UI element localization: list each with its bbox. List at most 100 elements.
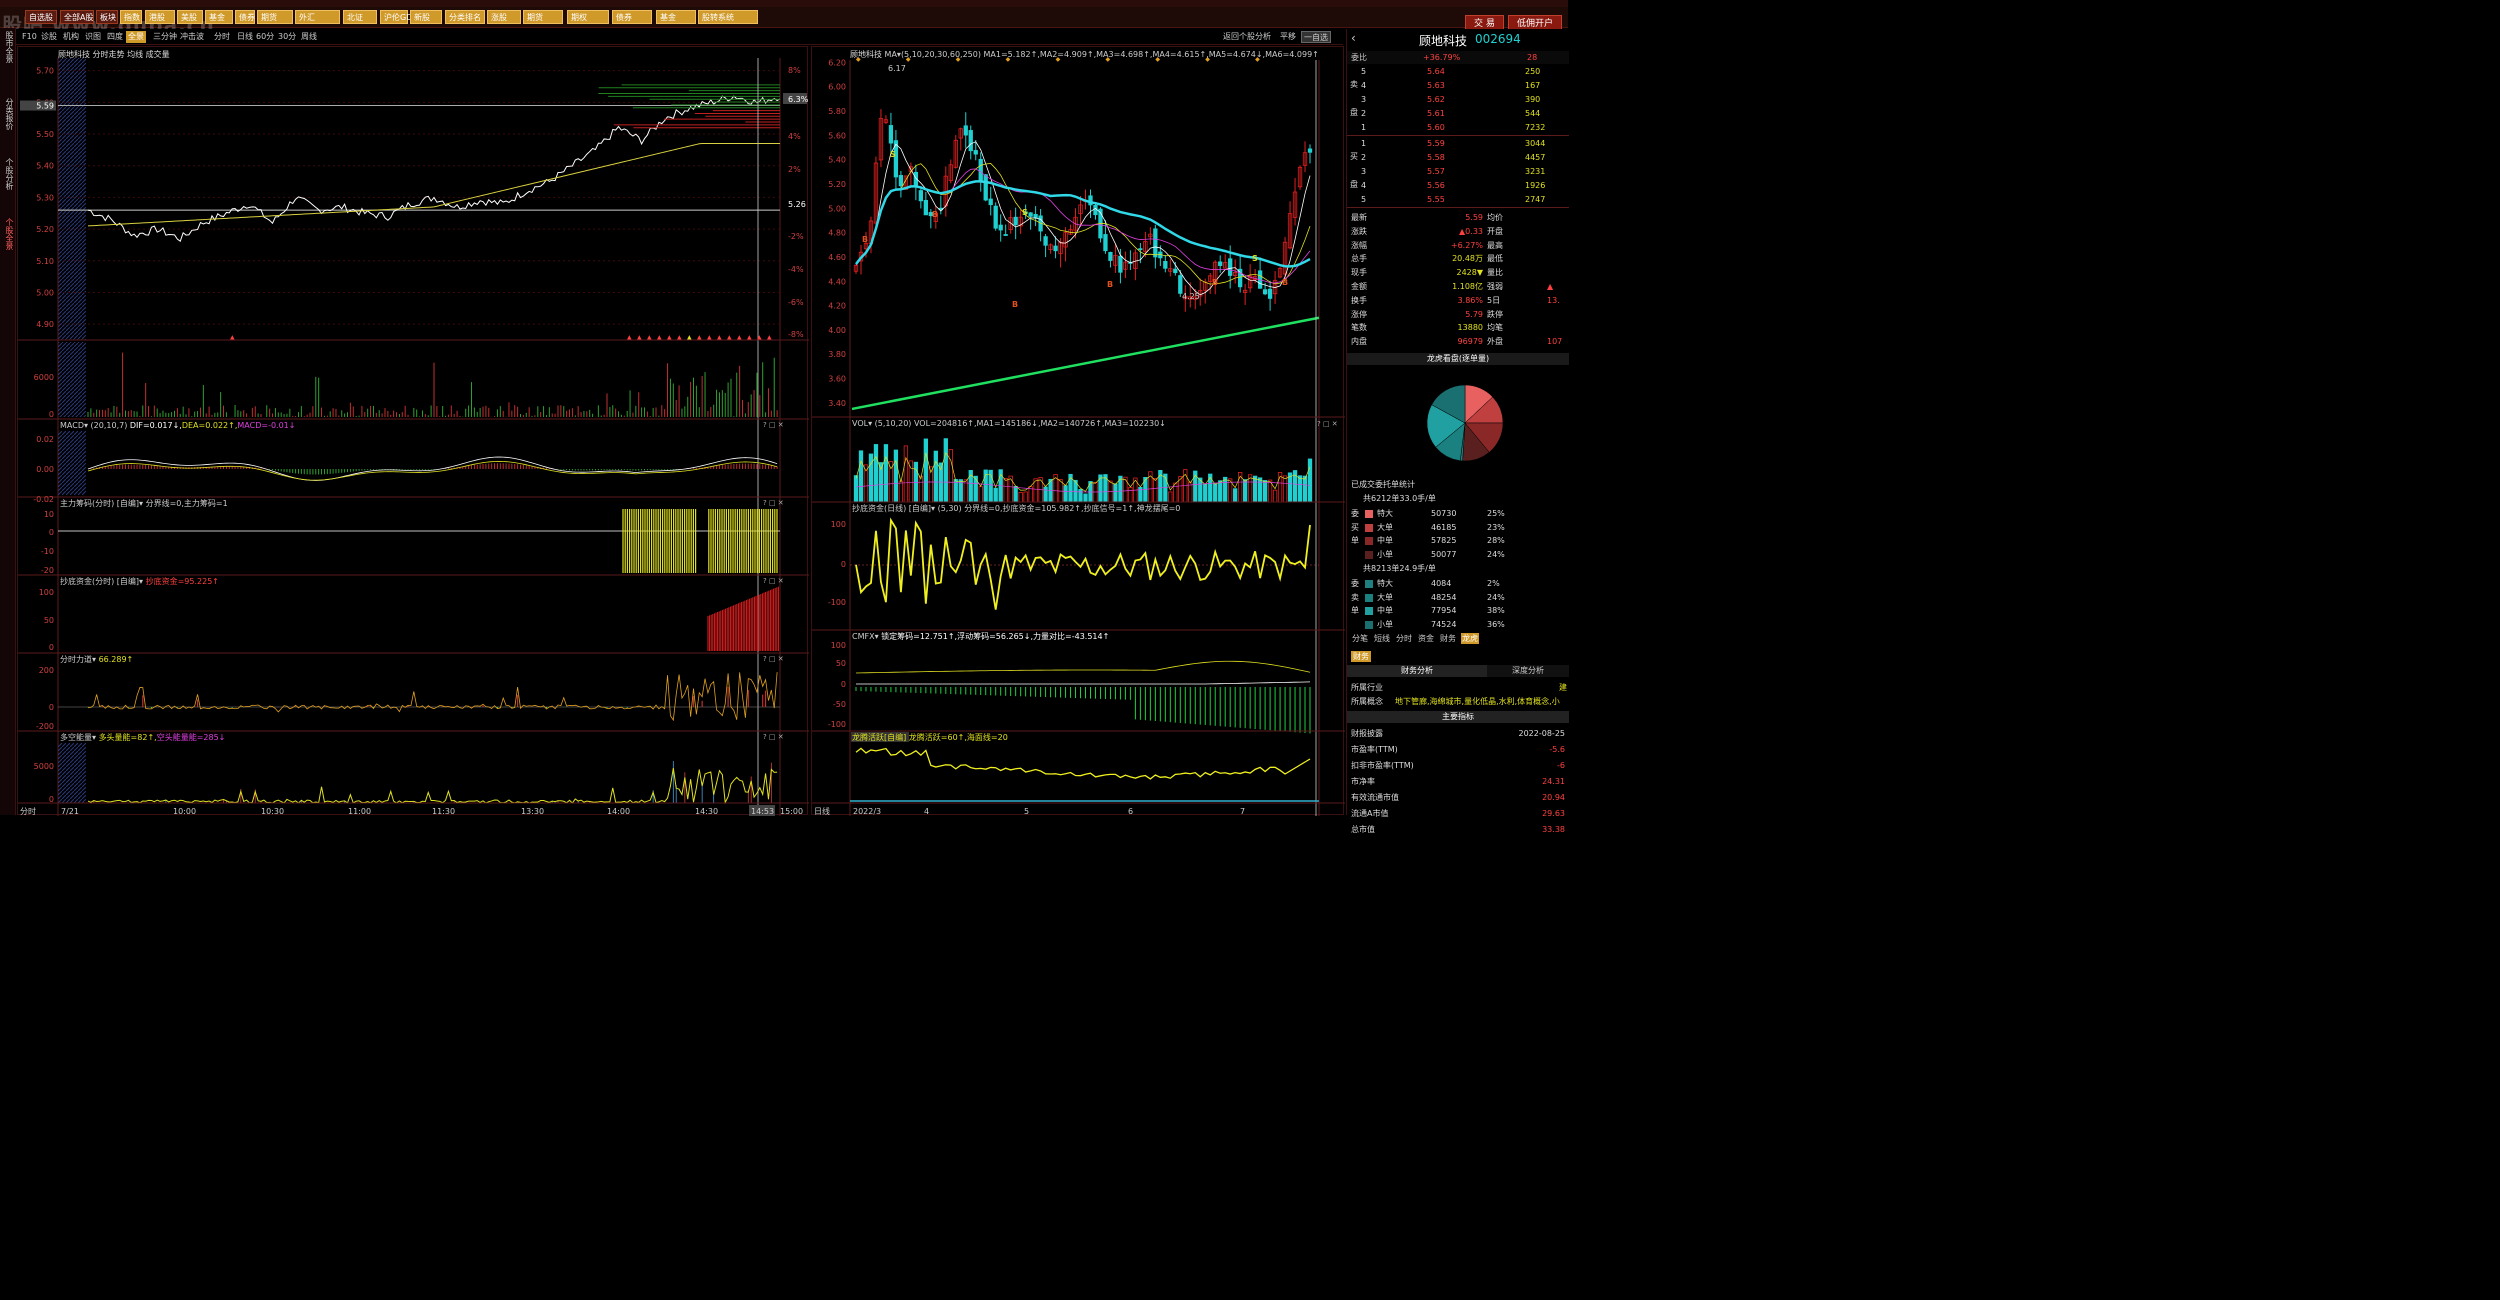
subtab-1[interactable]: 短线 [1373,633,1391,644]
subtab-3[interactable]: 资金 [1417,633,1435,644]
candle-body [1118,255,1123,273]
buy-volume: 2747 [1525,195,1546,204]
fin-row: 市净率 24.31 [1347,775,1569,788]
tab-5[interactable]: 全景 [126,31,146,43]
tab-9[interactable]: 日线 [235,31,255,43]
fsld-tick: 200 [39,666,54,675]
subtab-2[interactable]: 分时 [1395,633,1413,644]
candle-body [968,130,973,152]
fin-value: 33.38 [1542,825,1565,834]
buy-level-3: 3 5.57 3231 [1347,165,1569,178]
candle-body [1307,148,1313,153]
daily-price-tick: 3.60 [828,375,846,384]
daily-ma-text: MA▾(5,10,20,30,60,250) MA1=5.182↑,MA2=4.… [884,50,1319,59]
depth-analysis-tab[interactable]: 深度分析 [1487,665,1569,677]
menu-item[interactable]: 北证 [343,10,377,24]
sell-level: 2 [1361,109,1367,118]
buy-level-1: 1 5.59 3044 [1347,137,1569,150]
candle-body [1053,245,1058,252]
ma20-line [855,168,1311,284]
ma10-line [855,163,1311,285]
legend-swatch [1365,607,1373,615]
custom-select[interactable]: 一自选 [1301,31,1331,43]
daily-price-tick: 6.00 [828,83,846,92]
menu-item[interactable]: 期货 [523,10,563,24]
daily-volume-bar [1218,480,1223,503]
menu-item[interactable]: 基金 [656,10,696,24]
daily-volume-bar [1063,485,1068,503]
order-title: 已成交委托单统计 [1351,480,1415,489]
stat-label: 总手 [1351,254,1367,264]
tab-4[interactable]: 四度 [105,31,125,43]
menu-item[interactable]: 自选股 [25,10,57,24]
menu-item[interactable]: 股转系统 [698,10,758,24]
menu-item[interactable]: 全部A股 [60,10,94,24]
menu-item[interactable]: 期权 [567,10,609,24]
stat-row: 最新 5.59 均价 [1347,211,1569,224]
fin-analysis-tab[interactable]: 财务分析 [1347,665,1487,677]
pct-tick: 5.26 [788,200,806,209]
menu-item[interactable]: 指数 [120,10,142,24]
menu-item[interactable]: 外汇 [295,10,340,24]
subtab-4[interactable]: 财务 [1439,633,1457,644]
left-tab-stock-analysis[interactable]: 个股分析 [2,158,14,208]
buy-signal: B [932,210,938,219]
menu-item[interactable]: 基金 [205,10,233,24]
sell-level-3: 3 5.62 390 [1347,93,1569,106]
tab-12[interactable]: 周线 [299,31,319,43]
sell-volume: 7232 [1525,123,1546,132]
fsld-tick: 0 [49,703,54,712]
menu-item[interactable]: 债券 [612,10,652,24]
buy-price: 5.58 [1427,153,1445,162]
daily-time-tick: 7 [1240,807,1245,816]
buy-order-row: 小单 74524 36% [1347,618,1569,631]
time-tick: 15:00 [780,807,803,816]
back-to-analysis-button[interactable]: 返回个股分析 [1221,31,1273,43]
subtab-0[interactable]: 分笔 [1351,633,1369,644]
daily-volume-bar [908,460,914,503]
pct-tick: -6% [788,298,804,307]
tab-1[interactable]: 诊股 [39,31,59,43]
daily-price-tick: 5.20 [828,180,846,189]
tab-11[interactable]: 30分 [276,31,298,43]
dkn-hatch [58,743,86,803]
buy-order-volume: 4084 [1431,579,1452,588]
tab-7[interactable]: 冲击波 [178,31,206,43]
left-tab-category[interactable]: 分类报价 [2,98,14,148]
stat-value: +6.27% [1450,240,1483,250]
stat-label: 笔数 [1351,323,1367,333]
left-tab-stock-overview[interactable]: 个股全景 [2,218,14,278]
menu-item[interactable]: 分类排名 [445,10,485,24]
legend-swatch [1365,550,1373,559]
tab-8[interactable]: 分时 [212,31,232,43]
menu-item[interactable]: 新股 [410,10,442,24]
stat-value: 13. [1547,295,1560,305]
concept-row: 所属概念 地下管廊,海绵城市,量化低晶,水利,体育概念,小 [1347,695,1569,708]
daily-volume-bar [1173,482,1178,503]
left-tab-market[interactable]: 股市全景 [2,31,14,91]
stat-label: 金额 [1351,282,1367,291]
menu-item[interactable]: 港股 [145,10,175,24]
tab-2[interactable]: 机构 [61,31,81,43]
menu-item[interactable]: 沪伦GDR [380,10,418,24]
subtab-5[interactable]: 龙虎 [1461,633,1479,644]
tab-6[interactable]: 三分钟 [151,31,179,43]
daily-price-tick: 4.20 [828,302,846,311]
menu-item[interactable]: 美股 [177,10,203,24]
tab-0[interactable]: F10 [20,31,39,43]
tab-10[interactable]: 60分 [254,31,276,43]
cdzj-tick: -100 [828,598,846,607]
tab-3[interactable]: 识图 [83,31,103,43]
buy-volume: 3044 [1525,139,1546,148]
menu-item[interactable]: 期货 [257,10,293,24]
menu-item[interactable]: 涨股 [487,10,521,24]
fin-tab[interactable]: 财务 [1351,651,1371,662]
weibi-value: +36.79% [1423,53,1461,62]
menu-item[interactable]: 债券 [235,10,255,24]
zlcm-header: 主力筹码(分时) [自编]▾ 分界线=0,主力筹码=1 [60,498,228,508]
flat-button[interactable]: 平移 [1278,31,1298,43]
menu-item[interactable]: 板块 [96,10,118,24]
back-chevron-icon[interactable]: ‹ [1351,31,1356,45]
panel-controls-icon: ? □ ✕ [763,421,784,429]
low-label: 4.25 [1182,292,1200,301]
